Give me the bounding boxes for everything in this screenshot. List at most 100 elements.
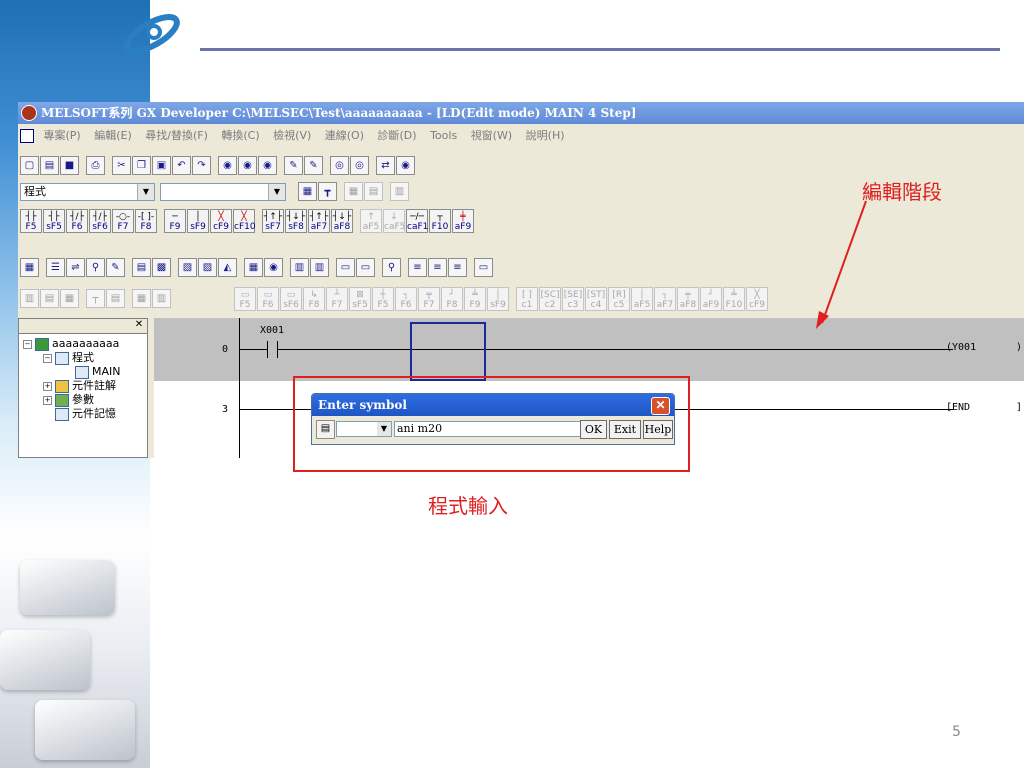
sfc-sf6-button[interactable]: ▭ sF6	[280, 287, 302, 311]
tree-device-memory[interactable]: 元件記憶	[55, 407, 116, 421]
tree-parameter[interactable]: + 參數	[43, 393, 94, 407]
sfc-f9-button[interactable]: ╧ F9	[464, 287, 486, 311]
falling-pulse-button[interactable]: ┤↓├ sF8	[285, 209, 307, 233]
copy-icon[interactable]: ❐	[132, 156, 151, 175]
comment-icon[interactable]: ▤	[132, 258, 151, 277]
end-instruction[interactable]: [END	[946, 402, 970, 413]
application-instruction-button[interactable]: -[ ]- F8	[135, 209, 157, 233]
sfc-f6b-button[interactable]: ┐ F6	[395, 287, 417, 311]
menu-convert[interactable]: 轉換(C)	[221, 126, 259, 146]
read-plc-icon[interactable]: ✎	[304, 156, 323, 175]
delete-vertical-button[interactable]: ╳ cF10	[233, 209, 256, 233]
menu-tools[interactable]: Tools	[430, 126, 457, 146]
monitor-edit-icon[interactable]: ◭	[218, 258, 237, 277]
menu-diagnostics[interactable]: 診斷(D)	[378, 126, 417, 146]
sfc-f7-button[interactable]: ┴ F7	[326, 287, 348, 311]
close-icon[interactable]: ✕	[133, 319, 145, 331]
horizontal-line-button[interactable]: ─ F9	[164, 209, 186, 233]
sfc-list-icon[interactable]: ▥	[152, 289, 171, 308]
sfc-af9-button[interactable]: ┘ aF9	[700, 287, 722, 311]
find-contact-icon[interactable]: ◉	[238, 156, 257, 175]
sfc-f5-button[interactable]: ▭ F5	[234, 287, 256, 311]
tree-program[interactable]: − 程式	[43, 351, 94, 365]
open-folder-icon[interactable]: ▤	[40, 156, 59, 175]
tree-main[interactable]: MAIN	[75, 365, 121, 379]
print-icon[interactable]: ⎙	[86, 156, 105, 175]
redo-icon[interactable]: ↷	[192, 156, 211, 175]
parallel-nc-button[interactable]: ┤/├ sF6	[89, 209, 111, 233]
sfc-block-icon[interactable]: ▦	[132, 289, 151, 308]
align-center-icon[interactable]: ≡	[428, 258, 447, 277]
save-icon[interactable]: ■	[60, 156, 79, 175]
diagnostics-icon[interactable]: ◉	[396, 156, 415, 175]
device-test-icon[interactable]: ⚲	[86, 258, 105, 277]
tree-root[interactable]: − aaaaaaaaaa	[23, 337, 119, 351]
write-mode-icon[interactable]: ▥	[310, 258, 329, 277]
delete-line-button[interactable]: ╪ aF9	[452, 209, 474, 233]
ladder-view-icon[interactable]: ▦	[20, 258, 39, 277]
coil-device-label[interactable]: (Y001	[946, 342, 976, 353]
align-right-icon[interactable]: ≡	[448, 258, 467, 277]
edit-test-icon[interactable]: ✎	[106, 258, 125, 277]
contact-nc-button[interactable]: ┤/├ F6	[66, 209, 88, 233]
parameter-icon[interactable]: ▦	[298, 182, 317, 201]
project-tree-icon[interactable]: ┳	[318, 182, 337, 201]
sfc-f8-button[interactable]: ↳ F8	[303, 287, 325, 311]
entry-monitor-icon[interactable]: ◉	[264, 258, 283, 277]
sfc-jump-icon[interactable]: ▤	[106, 289, 125, 308]
device-memory-icon[interactable]: ▤	[364, 182, 383, 201]
new-file-icon[interactable]: ▢	[20, 156, 39, 175]
sfc-af5-button[interactable]: │ aF5	[631, 287, 653, 311]
rising-op-button[interactable]: ↑ aF5	[360, 209, 382, 233]
batch-monitor-icon[interactable]: ▦	[244, 258, 263, 277]
paste-icon[interactable]: ▣	[152, 156, 171, 175]
sfc-f6-button[interactable]: ▭ F6	[257, 287, 279, 311]
sfc-f5b-button[interactable]: ┼ F5	[372, 287, 394, 311]
contact-left-bar[interactable]	[267, 341, 268, 358]
delete-horizontal-button[interactable]: ╳ cF9	[210, 209, 232, 233]
menu-window[interactable]: 視窗(W)	[471, 126, 512, 146]
sfc-step-icon[interactable]: ▥	[20, 289, 39, 308]
window-icon[interactable]: ▭	[474, 258, 493, 277]
menu-project[interactable]: 專案(P)	[44, 126, 81, 146]
device-batch-icon[interactable]: ▦	[344, 182, 363, 201]
parallel-rising-button[interactable]: ┤↑├ aF7	[308, 209, 330, 233]
sfc-c4-button[interactable]: [ST] c4	[585, 287, 607, 311]
sfc-c3-button[interactable]: [SE] c3	[562, 287, 584, 311]
draw-line-button[interactable]: ┬ F10	[429, 209, 451, 233]
zoom-out-icon[interactable]: ▭	[336, 258, 355, 277]
menu-view[interactable]: 檢視(V)	[273, 126, 311, 146]
window-titlebar[interactable]: MELSOFT系列 GX Developer C:\MELSEC\Test\aa…	[18, 102, 1024, 124]
find-icon[interactable]: ◉	[218, 156, 237, 175]
statement-icon[interactable]: ▩	[152, 258, 171, 277]
sfc-f8b-button[interactable]: ┘ F8	[441, 287, 463, 311]
monitor-start-icon[interactable]: ◎	[330, 156, 349, 175]
cut-icon[interactable]: ✂	[112, 156, 131, 175]
read-mode-icon[interactable]: ▥	[290, 258, 309, 277]
sfc-icon[interactable]: ▥	[390, 182, 409, 201]
menu-find-replace[interactable]: 尋找/替換(F)	[145, 126, 208, 146]
parallel-no-button[interactable]: ┤├ sF5	[43, 209, 65, 233]
sfc-sf5-button[interactable]: ⊠ sF5	[349, 287, 371, 311]
rising-pulse-button[interactable]: ┤↑├ sF7	[262, 209, 284, 233]
sfc-c5-button[interactable]: [R] c5	[608, 287, 630, 311]
vertical-line-button[interactable]: │ sF9	[187, 209, 209, 233]
sfc-c1-button[interactable]: [ ] c1	[516, 287, 538, 311]
coil-button[interactable]: -○- F7	[112, 209, 134, 233]
invert-op-button[interactable]: ─/─ caF10	[406, 209, 434, 233]
menu-online[interactable]: 連線(O)	[325, 126, 364, 146]
write-plc-icon[interactable]: ✎	[284, 156, 303, 175]
contact-no-button[interactable]: ┤├ F5	[20, 209, 42, 233]
align-left-icon[interactable]: ≡	[408, 258, 427, 277]
find-device-icon[interactable]: ◉	[258, 156, 277, 175]
zoom-in-icon[interactable]: ▭	[356, 258, 375, 277]
sfc-c2-button[interactable]: [SC] c2	[539, 287, 561, 311]
sfc-error-icon[interactable]: ▦	[60, 289, 79, 308]
menu-edit[interactable]: 編輯(E)	[94, 126, 132, 146]
alias-icon[interactable]: ▨	[198, 258, 217, 277]
sfc-sf9-button[interactable]: │ sF9	[487, 287, 509, 311]
program-name-select[interactable]: ▼	[160, 183, 286, 201]
search-icon[interactable]: ⚲	[382, 258, 401, 277]
undo-icon[interactable]: ↶	[172, 156, 191, 175]
tree-device-comment[interactable]: + 元件註解	[43, 379, 116, 393]
